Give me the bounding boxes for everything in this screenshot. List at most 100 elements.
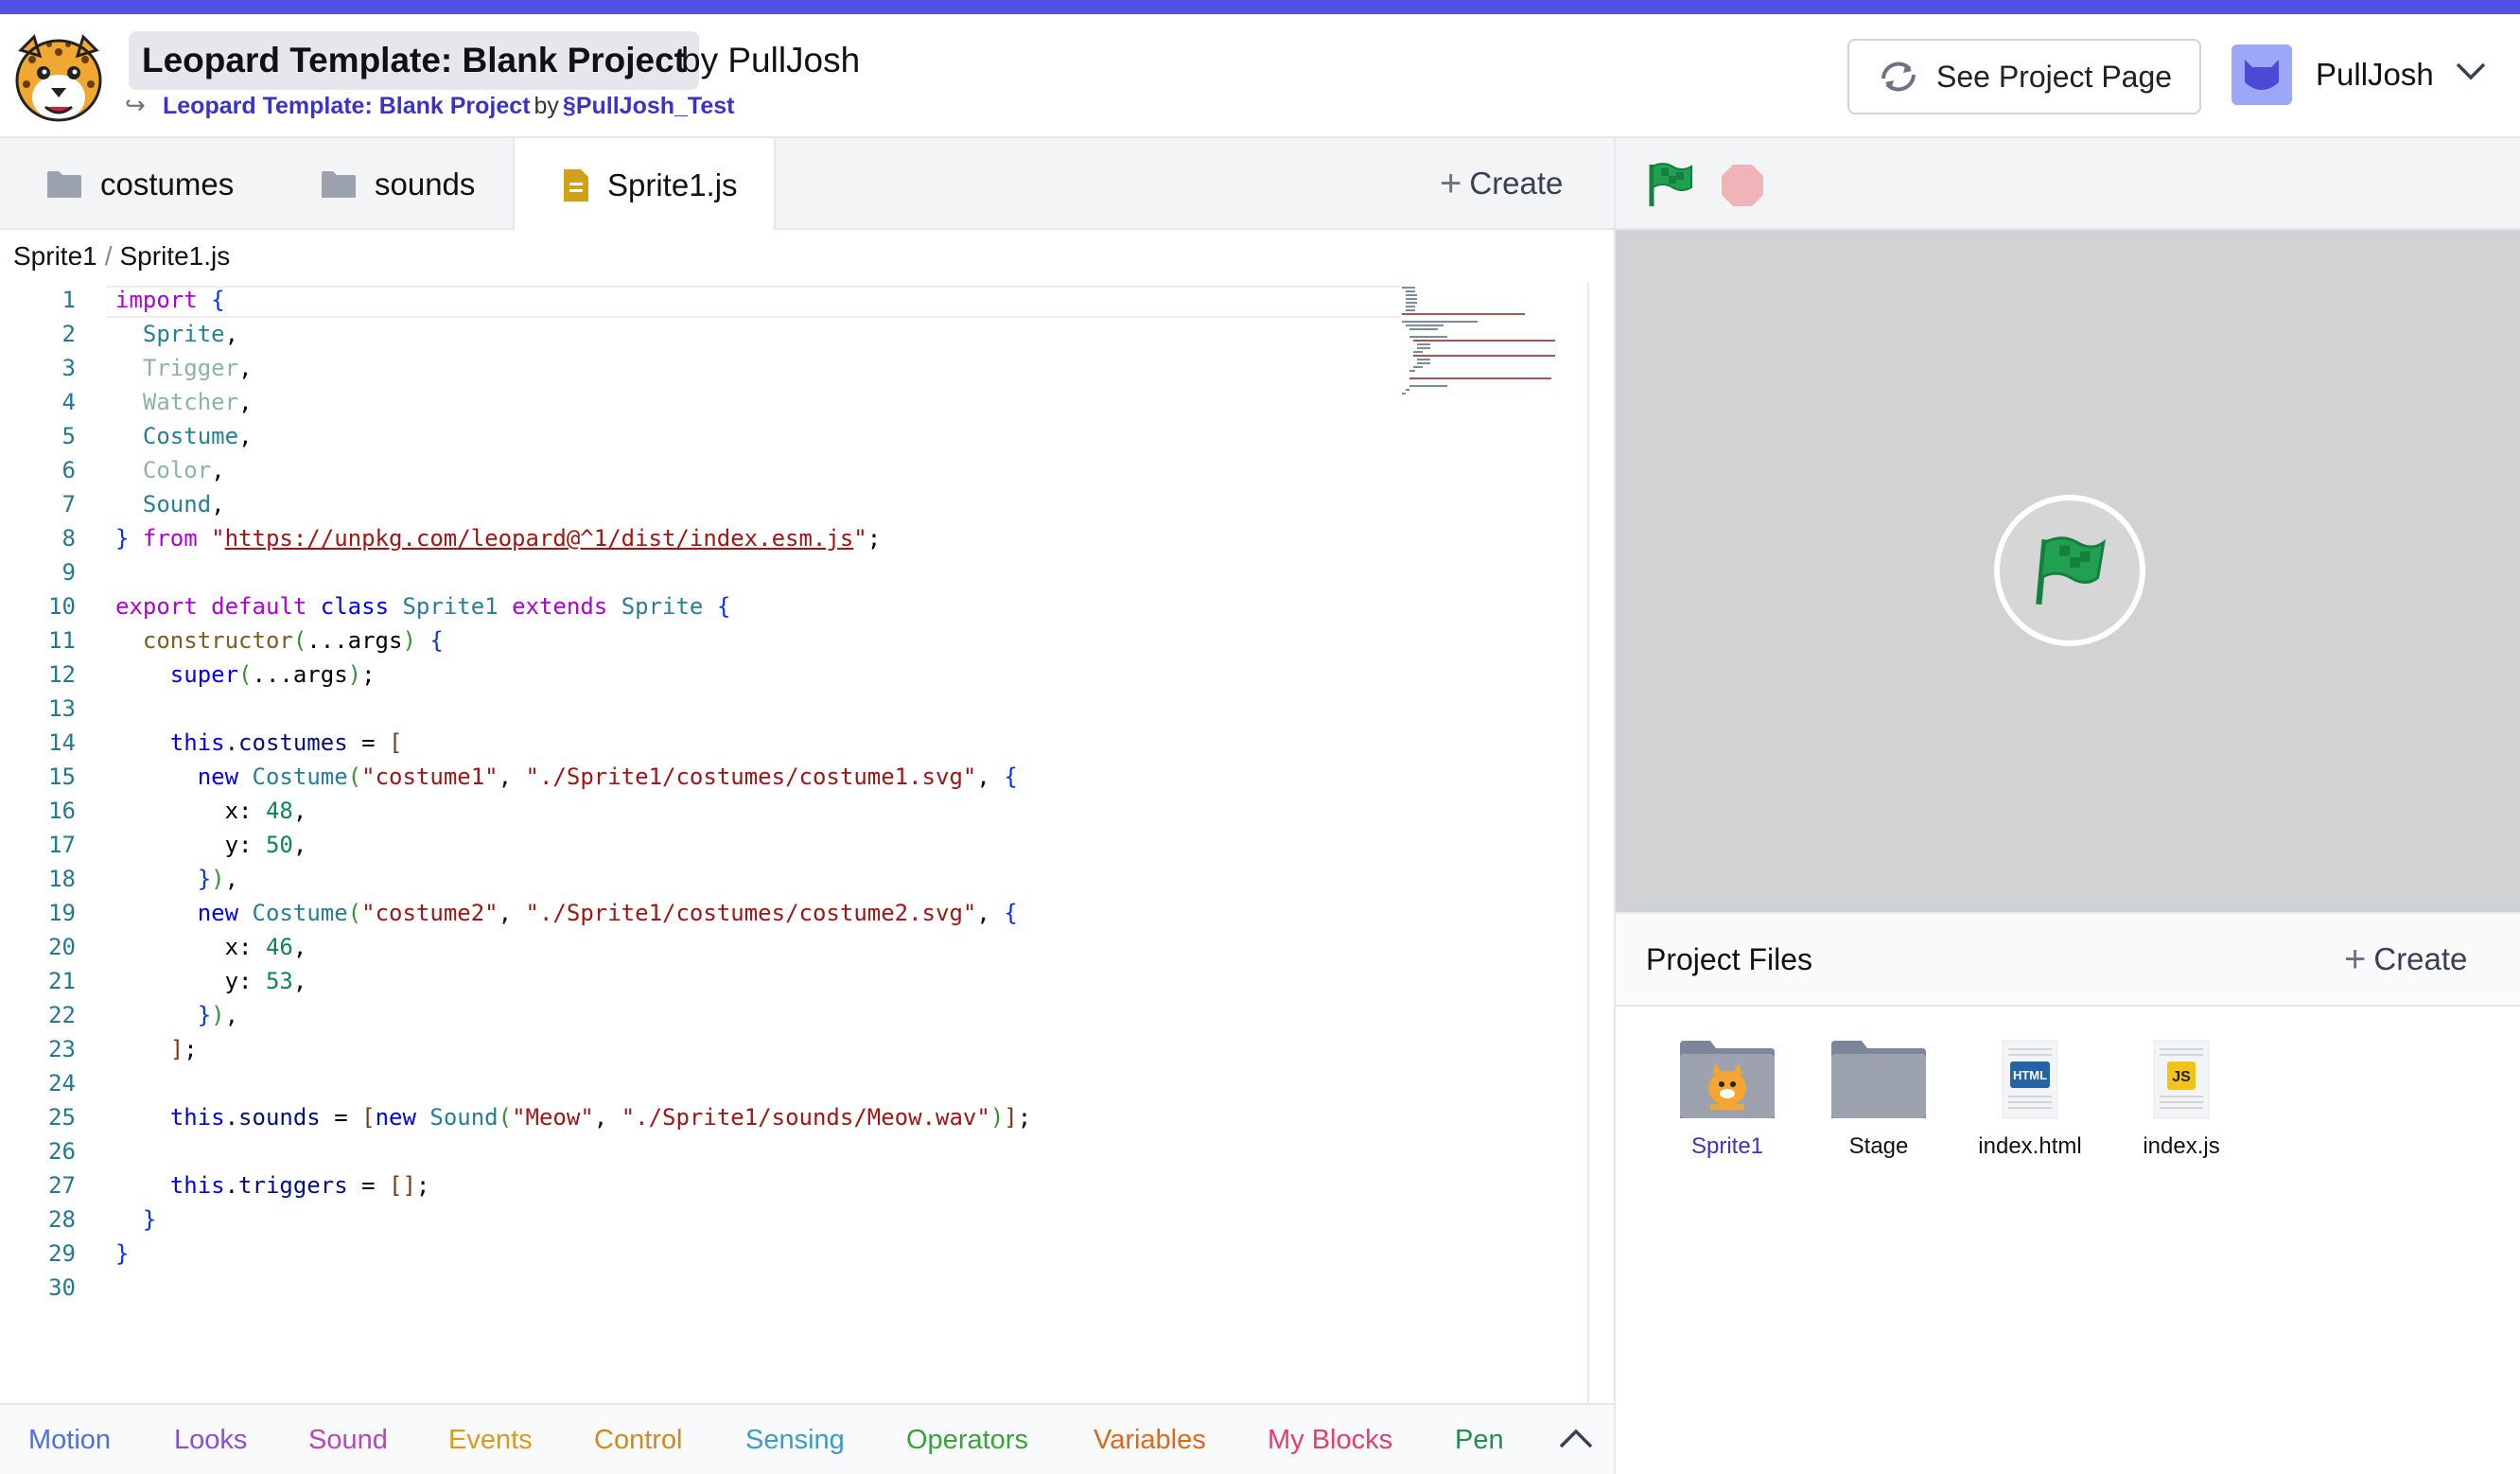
code-content[interactable]: import { Sprite, Trigger, Watcher, Costu… [115,283,1031,1305]
leopard-logo-icon[interactable] [11,31,106,126]
plus-icon: + [2344,939,2367,980]
code-line[interactable]: x: 46, [115,930,1031,964]
line-number: 2 [61,321,76,347]
code-line[interactable]: super(...args); [115,658,1031,692]
code-line[interactable]: Color, [115,453,1031,487]
code-line[interactable]: }), [115,998,1031,1032]
line-number: 1 [61,287,76,313]
code-line[interactable]: ​ [115,1066,1031,1100]
green-flag-icon[interactable] [1644,159,1695,215]
file-label: index.js [2143,1133,2220,1159]
js-file-icon: JS [2115,1027,2248,1132]
code-line[interactable]: export default class Sprite1 extends Spr… [115,589,1031,623]
editor-scrollbar[interactable] [1587,283,1589,1403]
line-number: 7 [61,491,76,518]
code-line[interactable]: ​ [115,1134,1031,1168]
code-line[interactable]: ]; [115,1032,1031,1066]
line-number: 10 [48,593,76,620]
minimap[interactable] [1400,283,1589,406]
user-avatar[interactable] [2231,44,2292,105]
tab-sounds[interactable]: sounds [320,138,475,230]
app-window: { "header": { "project_title": "Leopard … [0,0,2520,1474]
line-number: 15 [48,763,76,790]
code-line[interactable]: ​ [115,692,1031,726]
file-label: index.html [1978,1133,2082,1159]
see-project-page-button[interactable]: See Project Page [1847,39,2201,114]
line-number-gutter: 1 2 3 4 5 6 7 8 9 10 11 12 13 14 15 16 17 18 19 20 21 22 23 24 2… [0,283,76,1305]
folder-icon [45,169,83,200]
breadcrumb-item[interactable]: Sprite1.js [120,241,231,271]
category-my-blocks[interactable]: My Blocks [1268,1405,1392,1474]
code-line[interactable]: this.triggers = []; [115,1168,1031,1202]
category-sound[interactable]: Sound [308,1405,388,1474]
code-line[interactable]: y: 53, [115,964,1031,998]
line-number: 24 [48,1070,76,1097]
stage-canvas[interactable] [1616,230,2520,912]
code-line[interactable]: x: 48, [115,794,1031,828]
line-number: 4 [61,389,76,415]
code-line[interactable]: this.sounds = [new Sound("Meow", "./Spri… [115,1100,1031,1134]
code-line[interactable]: Costume, [115,419,1031,453]
block-category-bar: Motion Looks Sound Events Control Sensin… [0,1403,1614,1474]
tab-costumes[interactable]: costumes [45,138,234,230]
chevron-down-icon[interactable] [2454,60,2488,87]
category-motion[interactable]: Motion [28,1405,111,1474]
see-project-label: See Project Page [1936,59,2173,94]
plus-icon: + [1440,163,1462,204]
code-line[interactable]: import { [115,283,1031,317]
project-author: by PullJosh [681,41,861,79]
breadcrumb: Sprite1/Sprite1.js [0,230,1614,283]
sprite-folder-icon [1661,1027,1794,1132]
file-icon [562,167,590,203]
file-item-index-html[interactable]: HTML index.html [1964,1027,2096,1160]
file-item-stage[interactable]: Stage [1812,1027,1945,1160]
tab-label: Sprite1.js [607,167,738,202]
stop-icon[interactable] [1720,163,1765,208]
code-line[interactable]: }), [115,862,1031,896]
code-line[interactable]: ​ [115,555,1031,589]
create-project-file-button[interactable]: + Create [2344,914,2467,1005]
category-looks[interactable]: Looks [174,1405,247,1474]
line-number: 20 [48,934,76,960]
html-file-icon: HTML [1964,1027,2096,1132]
category-control[interactable]: Control [594,1405,683,1474]
code-line[interactable]: y: 50, [115,828,1031,862]
category-variables[interactable]: Variables [1094,1405,1206,1474]
project-title[interactable]: Leopard Template: Blank Project [129,31,699,90]
category-pen[interactable]: Pen [1455,1405,1504,1474]
chevron-up-icon[interactable] [1557,1424,1595,1461]
code-line[interactable]: ​ [115,1271,1031,1305]
line-number: 9 [61,559,76,586]
line-number: 16 [48,798,76,824]
remix-source-link[interactable]: Leopard Template: Blank Project [163,93,531,119]
code-line[interactable]: Sprite, [115,317,1031,351]
start-flag-overlay[interactable] [1994,495,2145,646]
file-item-sprite1[interactable]: Sprite1 [1661,1027,1794,1160]
project-files-header: Project Files + Create [1616,912,2520,1007]
category-events[interactable]: Events [448,1405,533,1474]
category-sensing[interactable]: Sensing [745,1405,845,1474]
file-item-index-js[interactable]: JS index.js [2115,1027,2248,1160]
code-line[interactable]: } from "https://unpkg.com/leopard@^1/dis… [115,521,1031,555]
code-line[interactable]: this.costumes = [ [115,726,1031,760]
create-file-button[interactable]: + Create [1440,159,1563,208]
code-line[interactable]: } [115,1202,1031,1237]
code-editor[interactable]: 1 2 3 4 5 6 7 8 9 10 11 12 13 14 15 16 17 18 19 20 21 22 23 24 2… [0,283,1589,1403]
tab-sprite1-js[interactable]: Sprite1.js [513,138,776,232]
code-line[interactable]: constructor(...args) { [115,623,1031,658]
code-line[interactable]: Watcher, [115,385,1031,419]
code-line[interactable]: new Costume("costume2", "./Sprite1/costu… [115,896,1031,930]
breadcrumb-item[interactable]: Sprite1 [13,241,97,271]
code-line[interactable]: new Costume("costume1", "./Sprite1/costu… [115,760,1031,794]
category-operators[interactable]: Operators [906,1405,1028,1474]
line-number: 6 [61,457,76,483]
username[interactable]: PullJosh [2316,44,2434,105]
create-label: Create [2373,941,2468,976]
line-number: 29 [48,1240,76,1267]
code-line[interactable]: Sound, [115,487,1031,521]
right-panel: Project Files + Create Sprite1 Stage HTML… [1614,138,2520,1474]
remix-author-link[interactable]: PullJosh_Test [576,93,735,119]
code-line[interactable]: } [115,1237,1031,1271]
svg-text:JS: JS [2172,1069,2191,1085]
code-line[interactable]: Trigger, [115,351,1031,385]
